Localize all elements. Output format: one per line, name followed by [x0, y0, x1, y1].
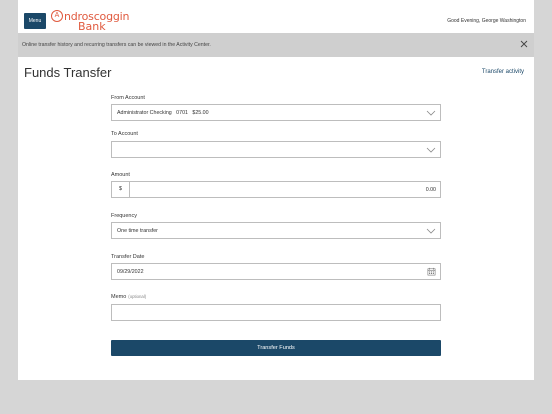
amount-value: 0.00 [425, 187, 436, 193]
memo-label-text: Memo [111, 294, 127, 300]
currency-prefix: $ [112, 182, 130, 197]
chevron-down-icon [426, 147, 436, 153]
to-account-label: To Account [111, 131, 138, 137]
frequency-label: Frequency [111, 213, 137, 219]
header: Menu A ndroscoggin Bank Good Evening, Ge… [18, 0, 534, 33]
notice-text: Online transfer history and recurring tr… [22, 42, 211, 48]
chevron-down-icon [426, 110, 436, 116]
transfer-date-label: Transfer Date [111, 254, 145, 260]
calendar-icon[interactable] [427, 267, 436, 276]
memo-input[interactable] [111, 304, 441, 321]
transfer-date-value: 09/29/2022 [117, 269, 144, 275]
to-account-select[interactable] [111, 141, 441, 158]
menu-button[interactable]: Menu [24, 13, 46, 29]
close-icon[interactable] [519, 39, 529, 49]
notice-bar: Online transfer history and recurring tr… [18, 33, 534, 57]
memo-label: Memo (optional) [111, 294, 146, 300]
from-account-select[interactable]: Administrator Checking 0701 $25.00 [111, 104, 441, 121]
page-container: Menu A ndroscoggin Bank Good Evening, Ge… [18, 0, 534, 380]
amount-label: Amount [111, 172, 130, 178]
frequency-value: One time transfer [117, 228, 158, 234]
chevron-down-icon [426, 228, 436, 234]
logo-initial: A [51, 10, 63, 22]
from-account-label: From Account [111, 95, 145, 101]
bank-logo[interactable]: A ndroscoggin Bank [51, 10, 129, 33]
amount-input[interactable]: $ 0.00 [111, 181, 441, 198]
memo-optional-hint: (optional) [128, 294, 147, 299]
transfer-funds-button[interactable]: Transfer Funds [111, 340, 441, 356]
transfer-activity-link[interactable]: Transfer activity [482, 69, 524, 75]
logo-text-line2: Bank [78, 20, 106, 33]
from-account-value: Administrator Checking 0701 $25.00 [117, 110, 209, 116]
frequency-select[interactable]: One time transfer [111, 222, 441, 239]
page-title: Funds Transfer [24, 65, 112, 80]
transfer-date-input[interactable]: 09/29/2022 [111, 263, 441, 280]
user-greeting: Good Evening, George Washington [447, 18, 526, 24]
